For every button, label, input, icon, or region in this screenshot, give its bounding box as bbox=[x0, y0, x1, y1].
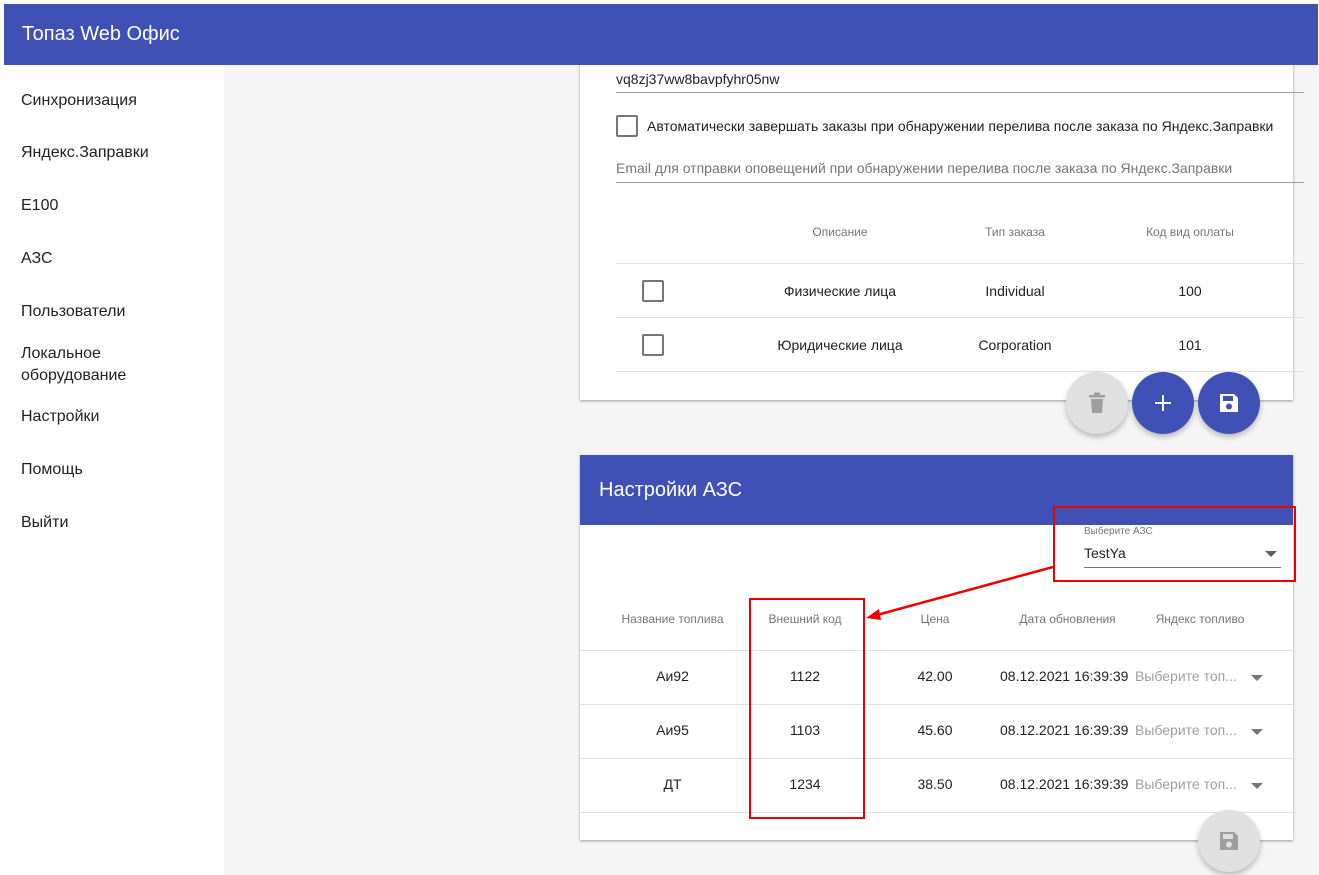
annotation-arrow bbox=[866, 565, 1054, 620]
